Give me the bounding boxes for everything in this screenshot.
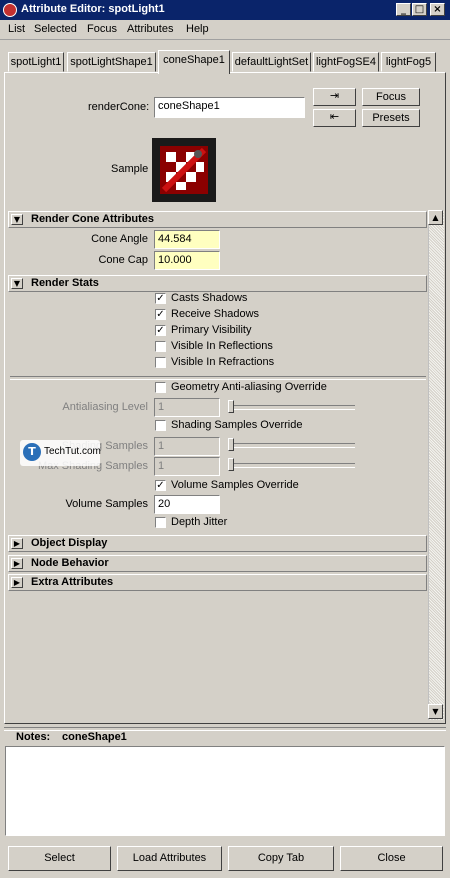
cone-cap-field[interactable]: 10.000 bbox=[154, 251, 220, 270]
section-object-display[interactable]: ▶ Object Display bbox=[8, 535, 427, 552]
antialiasing-level-slider[interactable] bbox=[228, 405, 355, 410]
tab-defaultlightset[interactable]: defaultLightSet bbox=[232, 52, 311, 72]
focus-button[interactable]: Focus bbox=[362, 88, 420, 106]
casts-shadows-label: Casts Shadows bbox=[171, 292, 248, 304]
slider-handle[interactable] bbox=[228, 438, 234, 451]
slider-handle[interactable] bbox=[228, 458, 234, 471]
notes-node-name: coneShape1 bbox=[62, 731, 127, 743]
watermark-logo-icon: T bbox=[23, 443, 41, 461]
primary-visibility-checkbox[interactable]: ✓ bbox=[155, 325, 166, 336]
expand-arrow-icon[interactable]: ▶ bbox=[11, 558, 23, 569]
sample-swatch bbox=[152, 138, 216, 202]
scroll-up-icon[interactable]: ▲ bbox=[428, 210, 443, 225]
watermark: T TechTut.com bbox=[20, 440, 101, 466]
section-title: Extra Attributes bbox=[31, 576, 114, 588]
tab-panel bbox=[4, 72, 446, 724]
notes-label: Notes: bbox=[16, 731, 51, 743]
section-extra-attributes[interactable]: ▶ Extra Attributes bbox=[8, 574, 427, 591]
visible-in-refractions-label: Visible In Refractions bbox=[171, 356, 275, 368]
output-connection-button[interactable]: ⇤ bbox=[313, 109, 356, 127]
antialiasing-level-field[interactable]: 1 bbox=[154, 398, 220, 417]
window-title: Attribute Editor: spotLight1 bbox=[21, 3, 165, 15]
close-button[interactable]: Close bbox=[340, 846, 443, 871]
section-render-stats[interactable]: ▼ Render Stats bbox=[8, 275, 427, 292]
cone-angle-label: Cone Angle bbox=[91, 233, 148, 245]
load-attributes-button[interactable]: Load Attributes bbox=[117, 846, 222, 871]
render-cone-field[interactable]: coneShape1 bbox=[154, 97, 305, 118]
divider bbox=[10, 376, 426, 380]
title-bar[interactable]: Attribute Editor: spotLight1 _ □ × bbox=[0, 0, 450, 20]
input-connection-button[interactable]: ⇥ bbox=[313, 88, 356, 106]
volume-samples-override-label: Volume Samples Override bbox=[171, 479, 299, 491]
menu-bar: List Selected Focus Attributes Help bbox=[0, 20, 450, 40]
sample-label: Sample bbox=[111, 163, 149, 175]
app-icon bbox=[3, 3, 17, 17]
menu-focus[interactable]: Focus bbox=[87, 23, 117, 35]
shading-samples-override-checkbox[interactable] bbox=[155, 420, 166, 431]
tab-spotlight1[interactable]: spotLight1 bbox=[8, 52, 64, 72]
vertical-scrollbar[interactable] bbox=[428, 210, 444, 720]
shading-samples-override-label: Shading Samples Override bbox=[171, 419, 303, 431]
collapse-arrow-icon[interactable]: ▼ bbox=[11, 278, 23, 289]
section-title: Object Display bbox=[31, 537, 108, 549]
input-connection-icon: ⇥ bbox=[329, 90, 340, 102]
notes-textarea[interactable] bbox=[5, 746, 445, 836]
section-title: Node Behavior bbox=[31, 557, 109, 569]
volume-samples-label: Volume Samples bbox=[65, 498, 148, 510]
receive-shadows-checkbox[interactable]: ✓ bbox=[155, 309, 166, 320]
cone-cap-label: Cone Cap bbox=[98, 254, 148, 266]
presets-button[interactable]: Presets bbox=[362, 109, 420, 127]
select-button[interactable]: Select bbox=[8, 846, 111, 871]
visible-in-reflections-label: Visible In Reflections bbox=[171, 340, 273, 352]
menu-attributes[interactable]: Attributes bbox=[127, 23, 173, 35]
max-shading-samples-slider[interactable] bbox=[228, 463, 355, 468]
tab-lightfog5[interactable]: lightFog5 bbox=[381, 52, 436, 72]
menu-help[interactable]: Help bbox=[186, 23, 209, 35]
minimize-icon[interactable]: _ bbox=[396, 3, 411, 16]
tab-coneshape1[interactable]: coneShape1 bbox=[158, 50, 230, 74]
menu-list[interactable]: List bbox=[8, 23, 25, 35]
receive-shadows-label: Receive Shadows bbox=[171, 308, 260, 320]
slider-handle[interactable] bbox=[228, 400, 234, 413]
casts-shadows-checkbox[interactable]: ✓ bbox=[155, 293, 166, 304]
primary-visibility-label: Primary Visibility bbox=[171, 324, 252, 336]
cone-angle-field[interactable]: 44.584 bbox=[154, 230, 220, 249]
max-shading-samples-field[interactable]: 1 bbox=[154, 457, 220, 476]
shading-samples-slider[interactable] bbox=[228, 443, 355, 448]
watermark-text: TechTut.com bbox=[44, 446, 101, 457]
close-icon[interactable]: × bbox=[430, 3, 445, 16]
render-cone-label: renderCone: bbox=[88, 101, 150, 113]
geometry-aa-override-label: Geometry Anti-aliasing Override bbox=[171, 381, 327, 393]
depth-jitter-label: Depth Jitter bbox=[171, 516, 228, 528]
volume-samples-override-checkbox[interactable]: ✓ bbox=[155, 480, 166, 491]
copy-tab-button[interactable]: Copy Tab bbox=[228, 846, 334, 871]
menu-selected[interactable]: Selected bbox=[34, 23, 77, 35]
visible-in-reflections-checkbox[interactable] bbox=[155, 341, 166, 352]
section-title: Render Stats bbox=[31, 277, 99, 289]
visible-in-refractions-checkbox[interactable] bbox=[155, 357, 166, 368]
tab-spotlightshape1[interactable]: spotLightShape1 bbox=[67, 52, 156, 72]
geometry-aa-override-checkbox[interactable] bbox=[155, 382, 166, 393]
tab-lightfogse4[interactable]: lightFogSE4 bbox=[313, 52, 379, 72]
antialiasing-level-label: Antialiasing Level bbox=[62, 401, 148, 413]
depth-jitter-checkbox[interactable] bbox=[155, 517, 166, 528]
expand-arrow-icon[interactable]: ▶ bbox=[11, 577, 23, 588]
collapse-arrow-icon[interactable]: ▼ bbox=[11, 214, 23, 225]
expand-arrow-icon[interactable]: ▶ bbox=[11, 538, 23, 549]
section-title: Render Cone Attributes bbox=[31, 213, 155, 225]
maximize-icon[interactable]: □ bbox=[412, 3, 427, 16]
output-connection-icon: ⇤ bbox=[329, 111, 340, 123]
scroll-down-icon[interactable]: ▼ bbox=[428, 704, 443, 719]
section-render-cone-attributes[interactable]: ▼ Render Cone Attributes bbox=[8, 211, 427, 228]
section-node-behavior[interactable]: ▶ Node Behavior bbox=[8, 555, 427, 572]
shading-samples-field[interactable]: 1 bbox=[154, 437, 220, 456]
volume-samples-field[interactable]: 20 bbox=[154, 495, 220, 514]
